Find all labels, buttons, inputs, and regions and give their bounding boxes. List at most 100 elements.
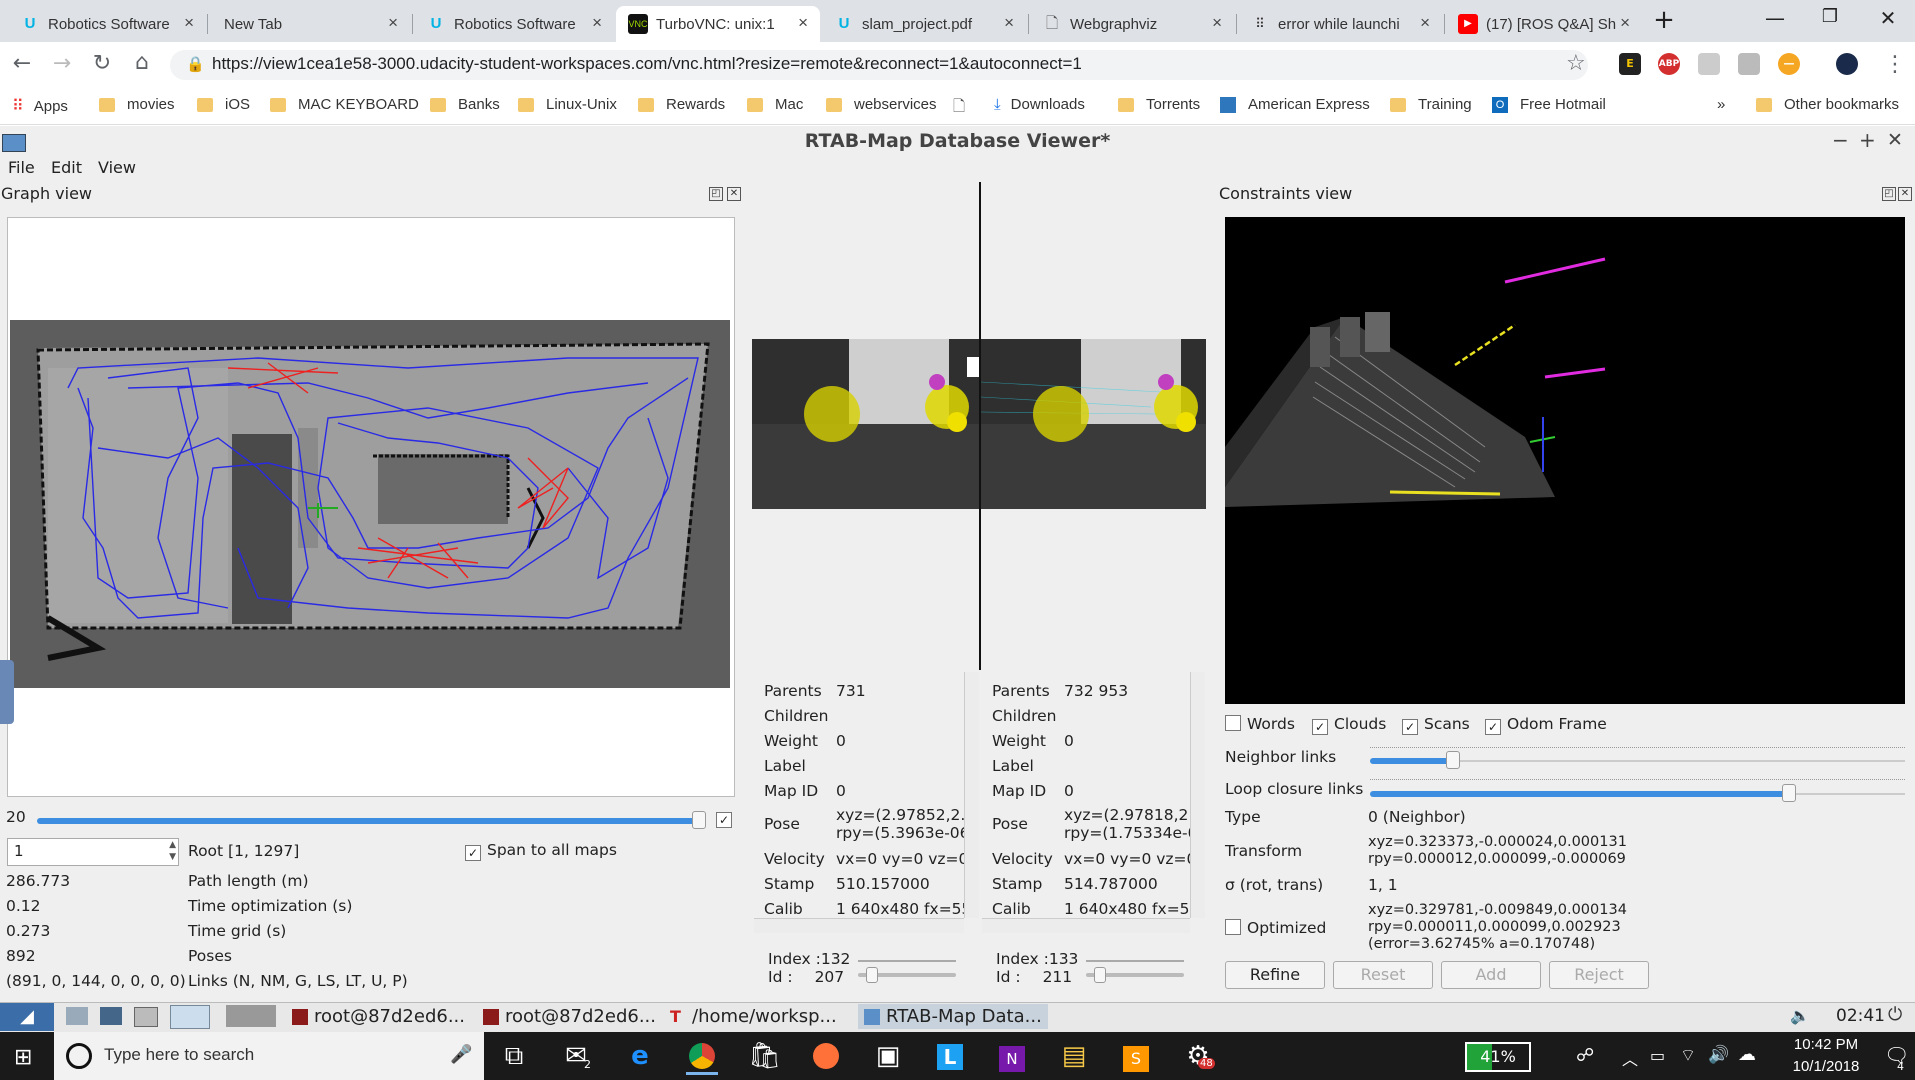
words-checkbox[interactable]: Words: [1225, 715, 1295, 733]
extension-gray-icon[interactable]: [1698, 53, 1720, 75]
task-file-browser[interactable]: T/home/worksp...: [670, 1004, 837, 1029]
bookmark-blank-page[interactable]: 🗋: [953, 96, 965, 121]
speaker-icon[interactable]: 🔊: [1708, 1045, 1729, 1065]
sublime-icon[interactable]: S: [1120, 1040, 1152, 1072]
close-icon[interactable]: ✕: [1887, 129, 1903, 151]
tab-slam-project[interactable]: U slam_project.pdf ×: [822, 6, 1026, 42]
left-image-view[interactable]: [752, 182, 979, 670]
loop-slider-handle[interactable]: [1782, 784, 1796, 802]
edge-icon[interactable]: e: [624, 1040, 656, 1072]
left-props-scrollbar[interactable]: [964, 672, 979, 918]
url-text[interactable]: https://view1cea1e58-3000.udacity-studen…: [212, 54, 1082, 74]
adblock-icon[interactable]: ABP: [1658, 53, 1680, 75]
extension-orange-icon[interactable]: —: [1778, 53, 1800, 75]
add-button[interactable]: Add: [1441, 961, 1541, 989]
bookmark-ios[interactable]: iOS: [197, 96, 250, 113]
right-props-hscrollbar[interactable]: [982, 918, 1190, 933]
right-image-view[interactable]: [980, 182, 1206, 670]
spin-arrows-icon[interactable]: ▲ ▼: [169, 839, 176, 863]
home-icon[interactable]: ⌂: [128, 50, 156, 75]
task-terminal-2[interactable]: root@87d2ed6...: [483, 1004, 656, 1029]
bookmark-training[interactable]: Training: [1390, 96, 1472, 113]
workspace-1[interactable]: [170, 1005, 210, 1029]
tab-error-launch[interactable]: ⠿ error while launchi ×: [1238, 6, 1442, 42]
clouds-checkbox[interactable]: ✓ Clouds: [1312, 715, 1386, 735]
menu-view[interactable]: View: [98, 158, 136, 177]
windows-start-icon[interactable]: ⊞: [14, 1045, 32, 1070]
graph-canvas[interactable]: [7, 217, 735, 797]
menu-edit[interactable]: Edit: [51, 158, 82, 177]
extension-e-icon[interactable]: E: [1619, 53, 1641, 75]
tab-turbovnc[interactable]: VNC TurboVNC: unix:1 ×: [616, 6, 820, 42]
close-panel-icon[interactable]: ✕: [1898, 187, 1912, 201]
task-rtabmap[interactable]: RTAB-Map Data...: [858, 1004, 1048, 1029]
close-icon[interactable]: ×: [1004, 13, 1014, 33]
windows-date[interactable]: 10/1/2018: [1776, 1058, 1876, 1075]
back-icon[interactable]: ←: [8, 51, 36, 76]
windows-time[interactable]: 10:42 PM: [1776, 1036, 1876, 1053]
tab-webgraphviz[interactable]: 🗋 Webgraphviz ×: [1030, 6, 1234, 42]
graph-slider-handle[interactable]: [692, 811, 706, 829]
extension-pdf-icon[interactable]: [1738, 53, 1760, 75]
battery-indicator[interactable]: 41%: [1465, 1042, 1531, 1072]
microphone-icon[interactable]: 🎤: [450, 1044, 472, 1065]
left-index-slider[interactable]: [858, 960, 956, 962]
file-explorer-icon[interactable]: ▤: [1058, 1040, 1090, 1072]
people-icon[interactable]: ☍: [1576, 1045, 1594, 1066]
linux-start-icon[interactable]: ◢: [0, 1003, 54, 1031]
bookmark-webservices[interactable]: webservices: [826, 96, 937, 113]
onenote-icon[interactable]: N: [996, 1040, 1028, 1072]
optimized-checkbox[interactable]: Optimized: [1225, 919, 1326, 937]
bookmark-movies[interactable]: movies: [99, 96, 175, 113]
constraints-3d-view[interactable]: [1225, 217, 1905, 704]
restore-icon[interactable]: ❐: [1815, 6, 1845, 27]
bookmark-apps[interactable]: ⠿ Apps: [12, 96, 68, 116]
close-icon[interactable]: ×: [798, 13, 808, 33]
windows-search-box[interactable]: Type here to search 🎤: [54, 1032, 484, 1080]
tab-new-tab[interactable]: New Tab ×: [210, 6, 410, 42]
new-tab-button[interactable]: +: [1649, 5, 1679, 35]
bookmark-free-hotmail[interactable]: O Free Hotmail: [1492, 96, 1606, 113]
close-icon[interactable]: ×: [1620, 13, 1630, 33]
bookmark-mac[interactable]: Mac: [747, 96, 803, 113]
volume-icon[interactable]: 🔈: [1790, 1006, 1810, 1025]
bookmark-other[interactable]: Other bookmarks: [1756, 96, 1899, 113]
right-id-slider-handle[interactable]: [1094, 967, 1106, 983]
tab-robotics-2[interactable]: U Robotics Software ×: [414, 6, 614, 42]
loop-closure-slider[interactable]: [1370, 791, 1790, 797]
vnc-side-handle[interactable]: [0, 660, 14, 724]
terminal-app-icon[interactable]: ▣: [872, 1040, 904, 1072]
settings-icon[interactable]: [100, 1007, 122, 1025]
battery-tray-icon[interactable]: ▭: [1650, 1046, 1665, 1065]
span-all-maps-checkbox[interactable]: ✓ Span to all maps: [465, 841, 617, 861]
tab-youtube[interactable]: ▶ (17) [ROS Q&A] Sh ×: [1446, 6, 1642, 42]
close-icon[interactable]: ×: [592, 13, 602, 33]
bookmark-downloads[interactable]: ⤓ Downloads: [994, 96, 1085, 113]
bookmark-linux-unix[interactable]: Linux-Unix: [518, 96, 617, 113]
l-app-icon[interactable]: L: [934, 1040, 966, 1072]
menu-file[interactable]: File: [8, 158, 35, 177]
right-props-scrollbar[interactable]: [1190, 672, 1205, 918]
onedrive-icon[interactable]: ☁: [1738, 1044, 1756, 1065]
bookmarks-overflow-button[interactable]: »: [1717, 96, 1725, 113]
firefox-icon[interactable]: [810, 1040, 842, 1072]
workspace-2[interactable]: [226, 1005, 276, 1027]
wifi-icon[interactable]: ⌔: [1680, 1045, 1696, 1066]
bookmark-star-icon[interactable]: ☆: [1566, 51, 1586, 76]
reload-icon[interactable]: ↻: [88, 51, 116, 76]
close-icon[interactable]: ×: [184, 13, 194, 33]
minimize-icon[interactable]: −: [1832, 128, 1849, 152]
power-icon[interactable]: ⏻: [1888, 1004, 1902, 1025]
graph-slider-track[interactable]: [37, 818, 703, 824]
float-panel-icon[interactable]: ◰: [709, 187, 723, 201]
bookmark-torrents[interactable]: Torrents: [1118, 96, 1200, 113]
bookmark-rewards[interactable]: Rewards: [638, 96, 725, 113]
right-index-slider[interactable]: [1086, 960, 1184, 962]
odom-frame-checkbox[interactable]: ✓ Odom Frame: [1485, 715, 1607, 735]
task-terminal-1[interactable]: root@87d2ed6...: [292, 1004, 465, 1029]
float-panel-icon[interactable]: ◰: [1882, 187, 1896, 201]
close-icon[interactable]: ×: [1212, 13, 1222, 33]
bookmark-mac-keyboard[interactable]: MAC KEYBOARD: [270, 96, 419, 113]
task-view-icon[interactable]: ⧉: [498, 1040, 530, 1072]
chevron-up-icon[interactable]: ︿: [1622, 1046, 1638, 1070]
